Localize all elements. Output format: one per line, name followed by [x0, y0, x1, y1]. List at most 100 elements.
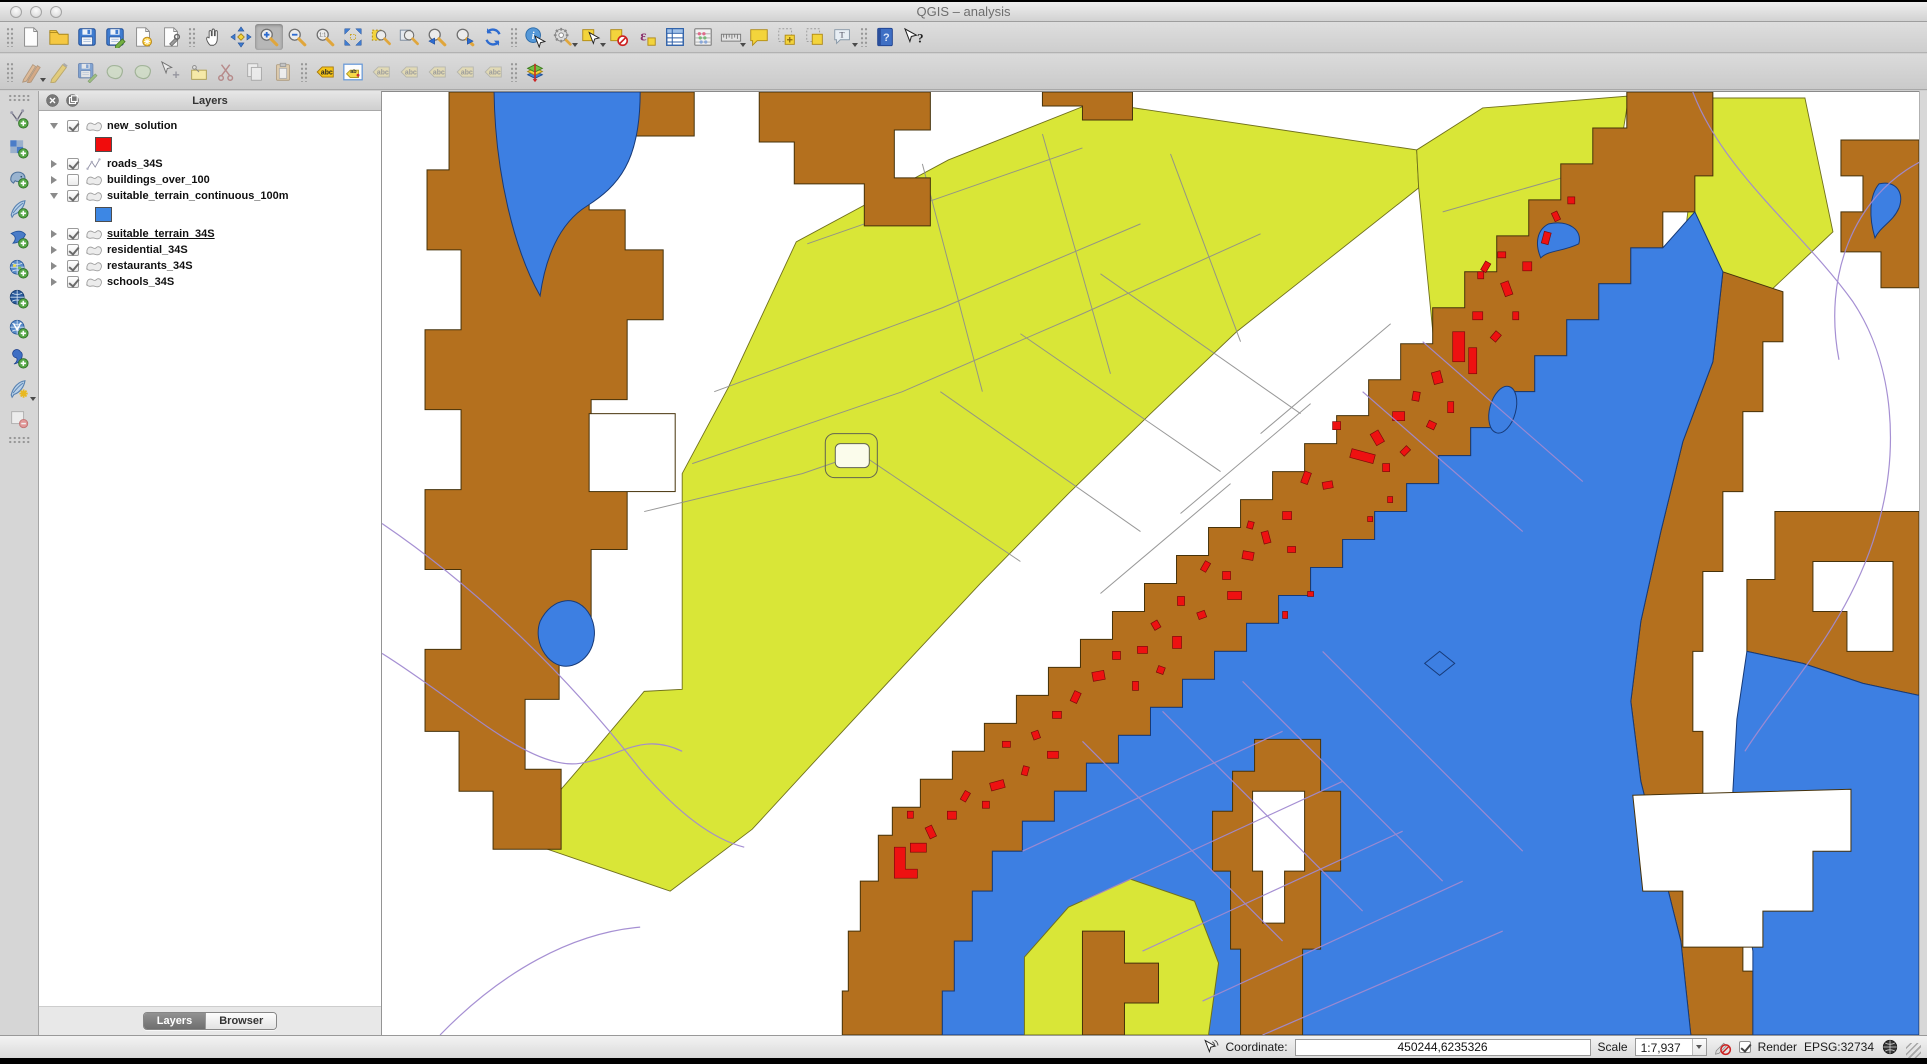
mouse-position-toggle[interactable] [1201, 1038, 1219, 1056]
remove-layer-group-button[interactable] [4, 404, 35, 434]
add-postgis-layer-button[interactable] [4, 164, 35, 194]
zoom-actual-size-button[interactable] [311, 24, 339, 50]
add-vector-layer-button[interactable] [4, 104, 35, 134]
expand-arrow-icon[interactable] [48, 123, 59, 129]
tab-browser[interactable]: Browser [205, 1013, 276, 1029]
add-feature-button[interactable] [101, 59, 129, 85]
add-spatialite-layer-button[interactable] [4, 194, 35, 224]
tab-layers[interactable]: Layers [144, 1013, 205, 1029]
run-feature-action-button[interactable] [549, 24, 577, 50]
window-titlebar[interactable]: QGIS – analysis [0, 2, 1927, 22]
toolbar-drag-handle[interactable] [510, 27, 518, 47]
layer-checkbox[interactable] [67, 158, 79, 170]
map-canvas[interactable] [382, 91, 1919, 1035]
minimize-window-button[interactable] [30, 6, 42, 18]
add-wfs-layer-button[interactable] [4, 314, 35, 344]
highlight-pinned-labels-button[interactable] [367, 59, 395, 85]
new-print-composer-button[interactable] [129, 24, 157, 50]
scale-combobox[interactable]: 1:7,937 [1635, 1038, 1707, 1056]
add-wms-layer-button[interactable] [4, 254, 35, 284]
show-hide-labels-button[interactable] [395, 59, 423, 85]
add-polygon-feature-button[interactable] [129, 59, 157, 85]
layer-symbol-row[interactable] [39, 136, 381, 153]
layer-item-roads[interactable]: roads_34S [39, 156, 381, 172]
toolbar-drag-handle[interactable] [300, 62, 308, 82]
zoom-full-extent-button[interactable] [339, 24, 367, 50]
processing-toolbox-button[interactable] [521, 59, 549, 85]
layer-item-suitable-terrain-continuous[interactable]: suitable_terrain_continuous_100m [39, 188, 381, 204]
help-contents-button[interactable] [871, 24, 899, 50]
select-by-expression-button[interactable] [633, 24, 661, 50]
panel-float-button[interactable] [66, 94, 79, 107]
panel-close-button[interactable] [46, 94, 59, 107]
add-mssql-layer-button[interactable] [4, 224, 35, 254]
save-layer-edits-button[interactable] [73, 59, 101, 85]
pan-map-button[interactable] [199, 24, 227, 50]
project-save-as-button[interactable] [101, 24, 129, 50]
identify-features-button[interactable] [521, 24, 549, 50]
layer-checkbox[interactable] [67, 190, 79, 202]
layer-item-residential[interactable]: residential_34S [39, 242, 381, 258]
layer-checkbox[interactable] [67, 174, 79, 186]
refresh-map-button[interactable] [479, 24, 507, 50]
layer-item-new-solution[interactable]: new_solution [39, 118, 381, 134]
new-bookmark-button[interactable] [773, 24, 801, 50]
move-feature-button[interactable] [157, 59, 185, 85]
dropdown-arrow-icon[interactable] [30, 397, 36, 401]
render-checkbox[interactable] [1739, 1041, 1751, 1053]
layer-item-schools[interactable]: schools_34S [39, 274, 381, 290]
toolbar-drag-handle[interactable] [8, 94, 30, 102]
node-tool-button[interactable] [185, 59, 213, 85]
layer-checkbox[interactable] [67, 260, 79, 272]
add-raster-layer-button[interactable] [4, 134, 35, 164]
pan-to-selection-button[interactable] [227, 24, 255, 50]
layer-checkbox[interactable] [67, 228, 79, 240]
expand-arrow-icon[interactable] [48, 193, 59, 199]
expand-arrow-icon[interactable] [48, 262, 59, 270]
layer-item-restaurants[interactable]: restaurants_34S [39, 258, 381, 274]
toolbar-drag-handle[interactable] [188, 27, 196, 47]
add-wcs-layer-button[interactable] [4, 284, 35, 314]
zoom-in-button[interactable] [255, 24, 283, 50]
composer-manager-button[interactable] [157, 24, 185, 50]
rotate-label-button[interactable] [451, 59, 479, 85]
open-attribute-table-button[interactable] [661, 24, 689, 50]
copy-features-button[interactable] [241, 59, 269, 85]
add-delimited-text-layer-button[interactable] [4, 344, 35, 374]
coordinate-input[interactable] [1295, 1039, 1591, 1056]
layer-item-suitable-terrain[interactable]: suitable_terrain_34S [39, 226, 381, 242]
expand-arrow-icon[interactable] [48, 160, 59, 168]
zoom-last-button[interactable] [423, 24, 451, 50]
project-new-button[interactable] [17, 24, 45, 50]
toolbar-drag-handle[interactable] [6, 62, 14, 82]
project-save-button[interactable] [73, 24, 101, 50]
zoom-to-selection-button[interactable] [367, 24, 395, 50]
project-open-button[interactable] [45, 24, 73, 50]
expand-arrow-icon[interactable] [48, 230, 59, 238]
window-resize-grip[interactable] [1906, 1043, 1921, 1058]
toolbar-drag-handle[interactable] [510, 62, 518, 82]
show-bookmarks-button[interactable] [801, 24, 829, 50]
field-calculator-button[interactable] [689, 24, 717, 50]
move-label-button[interactable] [423, 59, 451, 85]
expand-arrow-icon[interactable] [48, 278, 59, 286]
deselect-all-button[interactable] [605, 24, 633, 50]
zoom-next-button[interactable] [451, 24, 479, 50]
layer-checkbox[interactable] [67, 244, 79, 256]
layer-item-buildings-over-100[interactable]: buildings_over_100 [39, 172, 381, 188]
expand-arrow-icon[interactable] [48, 246, 59, 254]
change-label-properties-button[interactable] [479, 59, 507, 85]
scale-dropdown-arrow[interactable] [1692, 1039, 1706, 1055]
crs-status-button[interactable] [1881, 1038, 1899, 1056]
layer-checkbox[interactable] [67, 120, 79, 132]
stop-rendering-button[interactable] [1714, 1038, 1732, 1056]
current-edits-button[interactable] [17, 59, 45, 85]
close-window-button[interactable] [10, 6, 22, 18]
new-shapefile-layer-button[interactable] [4, 374, 35, 404]
cut-features-button[interactable] [213, 59, 241, 85]
layer-checkbox[interactable] [67, 276, 79, 288]
paste-features-button[interactable] [269, 59, 297, 85]
expand-arrow-icon[interactable] [48, 176, 59, 184]
toggle-editing-button[interactable] [45, 59, 73, 85]
toolbar-drag-handle[interactable] [8, 436, 30, 444]
